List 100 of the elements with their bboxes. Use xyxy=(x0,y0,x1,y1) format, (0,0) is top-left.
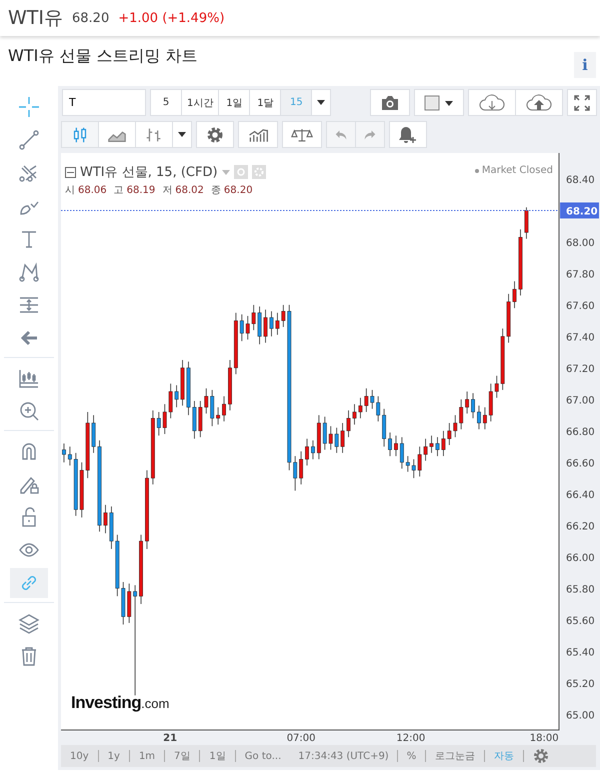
layers-icon xyxy=(18,612,40,634)
candlestick xyxy=(192,400,196,440)
interval-button[interactable]: 1시간 xyxy=(181,89,220,116)
candlestick xyxy=(488,383,493,422)
candles-chart-button[interactable] xyxy=(61,121,99,148)
zigzag-pattern-icon xyxy=(18,260,40,282)
price-axis-label: 66.00 xyxy=(566,552,595,564)
scale-option-button[interactable]: % xyxy=(398,745,426,767)
collapse-icon xyxy=(65,166,76,178)
candlestick xyxy=(246,316,250,340)
time-axis-label: 07:00 xyxy=(286,733,316,743)
candlestick xyxy=(471,392,475,419)
candlestick xyxy=(400,436,404,470)
interval-dropdown[interactable] xyxy=(311,89,332,116)
compare-button[interactable] xyxy=(282,121,322,148)
symbol-field[interactable]: T xyxy=(62,89,146,116)
candlestick xyxy=(370,390,374,410)
price-axis-label: 67.00 xyxy=(566,395,595,406)
range-button[interactable]: 7일 xyxy=(165,745,200,767)
price-axis-label: 66.20 xyxy=(566,521,595,532)
cloud-upload-button[interactable] xyxy=(515,89,564,116)
candlestick xyxy=(252,304,256,331)
range-button[interactable]: 1일 xyxy=(200,745,235,767)
candlestick xyxy=(459,398,464,430)
range-button[interactable]: 1m xyxy=(130,745,164,767)
ohlc-label: 저 xyxy=(162,184,172,197)
clock-text: 17:34:43 (UTC+9) xyxy=(297,750,390,762)
screenshot-button[interactable] xyxy=(370,89,410,116)
ohlc-label: 시 xyxy=(65,184,75,197)
candlestick xyxy=(441,430,446,456)
ohlc-label: 고 xyxy=(114,184,124,197)
candlestick xyxy=(62,443,66,463)
candlestick xyxy=(346,410,350,438)
price-axis-label: 67.20 xyxy=(566,364,595,375)
chart-type-dropdown[interactable] xyxy=(172,121,192,148)
symbol-name: WTI유 xyxy=(8,6,63,31)
ohlc-value: 68.20 xyxy=(224,184,253,196)
redo-icon xyxy=(364,128,376,142)
candlestick xyxy=(222,396,226,422)
candlestick xyxy=(376,396,380,422)
last-price: 68.20 xyxy=(72,10,110,26)
line-segment-icon xyxy=(18,128,40,150)
scale-option-button[interactable]: 로그눈금 xyxy=(426,745,484,767)
cloud-upload-icon xyxy=(525,94,554,112)
candlestick xyxy=(364,388,368,412)
candlestick xyxy=(198,400,202,438)
interval-button[interactable]: 1달 xyxy=(249,89,282,116)
interval-button[interactable]: 1일 xyxy=(218,89,250,116)
candlestick xyxy=(115,534,120,597)
candlestick xyxy=(104,504,108,534)
candlestick xyxy=(216,406,220,425)
candlestick xyxy=(281,304,286,328)
candlestick xyxy=(394,435,398,456)
candlestick xyxy=(80,462,84,518)
candlestick xyxy=(494,375,499,398)
go-to-button[interactable]: Go to... xyxy=(236,745,290,767)
cloud-download-button[interactable] xyxy=(468,89,516,116)
candlestick xyxy=(500,328,505,390)
candlestick xyxy=(453,414,458,438)
status-dot-icon xyxy=(474,168,479,172)
indicators-button[interactable] xyxy=(238,121,278,148)
price-axis-label: 65.80 xyxy=(566,584,595,596)
alert-button[interactable] xyxy=(389,121,427,148)
candlestick xyxy=(275,312,280,336)
candlestick xyxy=(74,452,78,516)
candlestick xyxy=(311,440,315,460)
chart-legend-title: WTI유 선물, 15, (CFD) xyxy=(80,164,218,181)
caret-icon xyxy=(178,132,186,137)
interval-button[interactable]: 5 xyxy=(150,89,182,116)
ref-line-label: 68.20 xyxy=(566,206,598,218)
price-axis-label: 66.40 xyxy=(566,490,595,501)
candlestick xyxy=(162,404,167,434)
caret-icon xyxy=(222,170,230,174)
camera-icon xyxy=(380,94,400,110)
settings-icon xyxy=(206,126,224,144)
interval-button[interactable]: 15 xyxy=(280,89,312,116)
range-button[interactable]: 10y xyxy=(61,745,98,767)
candlestick xyxy=(352,404,356,425)
undo-button[interactable] xyxy=(326,121,356,148)
candlestick xyxy=(228,360,232,411)
candlestick xyxy=(328,426,333,450)
fullscreen-button[interactable] xyxy=(567,89,598,116)
redo-button[interactable] xyxy=(355,121,385,148)
link-tool-button[interactable] xyxy=(10,568,48,598)
time-axis-label: 18:00 xyxy=(530,733,559,743)
candlestick xyxy=(334,427,339,454)
settings-button[interactable] xyxy=(196,121,234,148)
area-chart-button[interactable] xyxy=(98,121,136,148)
scale-option-button[interactable]: 자동 xyxy=(485,745,524,767)
range-button[interactable]: 1y xyxy=(98,745,129,767)
ohlc-value: 68.02 xyxy=(175,184,204,196)
color-dropdown[interactable] xyxy=(414,89,464,116)
candlestick xyxy=(139,534,143,604)
candlestick xyxy=(240,314,244,342)
candlestick xyxy=(270,310,274,337)
candlestick xyxy=(86,412,90,478)
info-button[interactable]: i xyxy=(574,52,596,78)
market-status: Market Closed xyxy=(482,165,553,176)
price-axis-label: 65.40 xyxy=(566,647,595,658)
zoom-in-icon xyxy=(18,400,40,422)
